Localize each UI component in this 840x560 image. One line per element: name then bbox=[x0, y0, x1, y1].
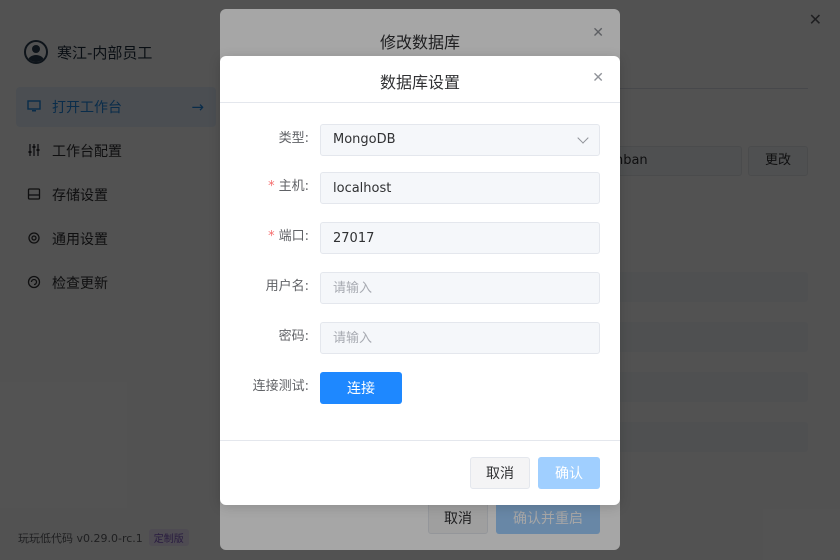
password-input[interactable] bbox=[320, 322, 600, 354]
type-select[interactable]: MongoDB bbox=[320, 124, 600, 156]
port-row: * 端口: bbox=[220, 222, 620, 254]
confirm-button[interactable]: 确认 bbox=[538, 457, 600, 489]
type-row: 类型: MongoDB bbox=[220, 124, 620, 156]
connection-test-row: 连接测试: 连接 bbox=[220, 372, 620, 404]
connect-button[interactable]: 连接 bbox=[320, 372, 402, 404]
host-row: * 主机: bbox=[220, 172, 620, 204]
footer-divider bbox=[220, 440, 620, 441]
dialog-header: 数据库设置 ✕ bbox=[220, 56, 620, 103]
cancel-button[interactable]: 取消 bbox=[470, 457, 530, 489]
close-icon[interactable]: ✕ bbox=[592, 70, 604, 86]
password-label: 密码: bbox=[278, 329, 309, 344]
host-input[interactable] bbox=[320, 172, 600, 204]
password-row: 密码: bbox=[220, 322, 620, 354]
port-label: * 端口: bbox=[268, 229, 309, 244]
chevron-down-icon bbox=[577, 132, 589, 144]
dialog-footer: 取消 确认 bbox=[470, 457, 600, 489]
username-row: 用户名: bbox=[220, 272, 620, 304]
required-mark: * bbox=[268, 179, 275, 194]
type-select-value: MongoDB bbox=[333, 132, 396, 147]
username-input[interactable] bbox=[320, 272, 600, 304]
username-label: 用户名: bbox=[265, 279, 309, 294]
port-input[interactable] bbox=[320, 222, 600, 254]
dialog-title: 数据库设置 bbox=[379, 73, 460, 92]
database-settings-dialog: 数据库设置 ✕ 类型: MongoDB *主机: *端口: 用户名: 密码: 连… bbox=[220, 56, 620, 505]
host-label: * 主机: bbox=[268, 179, 309, 194]
type-label: 类型: bbox=[278, 131, 309, 146]
connection-test-label: 连接测试: bbox=[252, 379, 309, 394]
required-mark: * bbox=[268, 229, 275, 244]
